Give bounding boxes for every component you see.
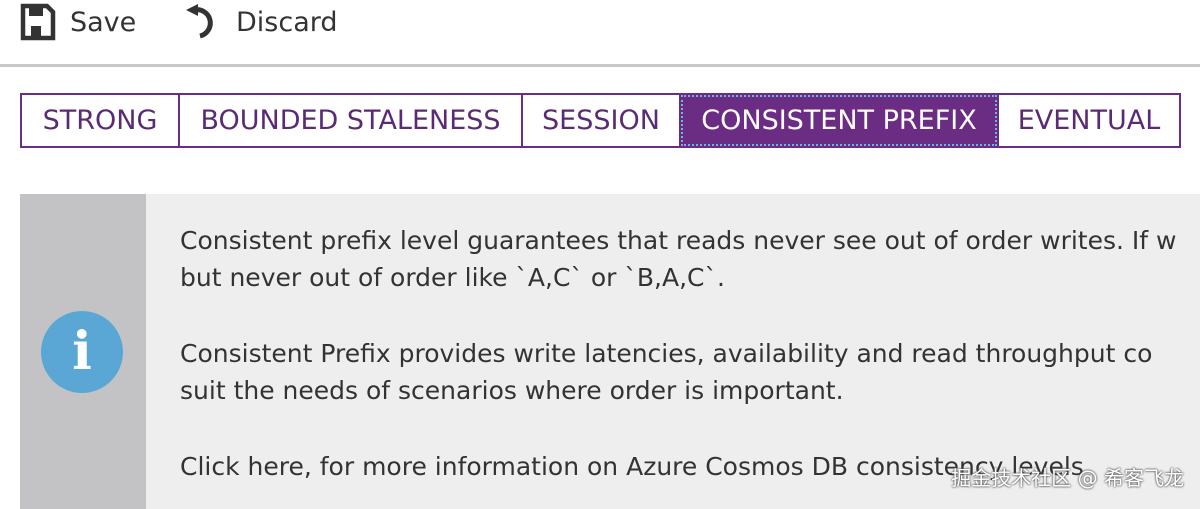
info-paragraph-2-line-1: Consistent Prefix provides write latenci… — [180, 339, 1153, 368]
floppy-disk-icon — [20, 3, 56, 41]
undo-icon — [184, 2, 222, 42]
consistency-levels-link[interactable]: Click here, for more information on Azur… — [180, 452, 1084, 481]
info-paragraph-1-line-1: Consistent prefix level guarantees that … — [180, 226, 1177, 255]
info-paragraph-1-line-2: but never out of order like `A,C` or `B,… — [180, 263, 725, 292]
discard-button[interactable]: Discard — [184, 0, 338, 44]
tab-consistent-prefix[interactable]: CONSISTENT PREFIX — [679, 93, 999, 148]
consistency-level-tabs: STRONG BOUNDED STALENESS SESSION CONSIST… — [20, 93, 1181, 148]
info-paragraph-1: Consistent prefix level guarantees that … — [180, 222, 1200, 296]
tab-bounded-staleness[interactable]: BOUNDED STALENESS — [178, 93, 523, 148]
info-paragraph-2: Consistent Prefix provides write latenci… — [180, 335, 1200, 409]
tab-session[interactable]: SESSION — [521, 93, 681, 148]
tab-strong[interactable]: STRONG — [20, 93, 180, 148]
watermark: 掘金技术社区 @ 希客飞龙 — [951, 466, 1184, 490]
toolbar-divider — [0, 64, 1200, 67]
info-text: Consistent prefix level guarantees that … — [180, 222, 1200, 485]
save-label: Save — [70, 6, 137, 38]
tab-eventual[interactable]: EVENTUAL — [997, 93, 1181, 148]
discard-label: Discard — [236, 6, 338, 38]
info-paragraph-2-line-2: suit the needs of scenarios where order … — [180, 376, 844, 405]
info-panel-sidebar: i — [20, 194, 146, 509]
command-bar: Save Discard — [0, 0, 1200, 64]
info-icon: i — [41, 311, 123, 393]
save-button[interactable]: Save — [20, 0, 136, 44]
